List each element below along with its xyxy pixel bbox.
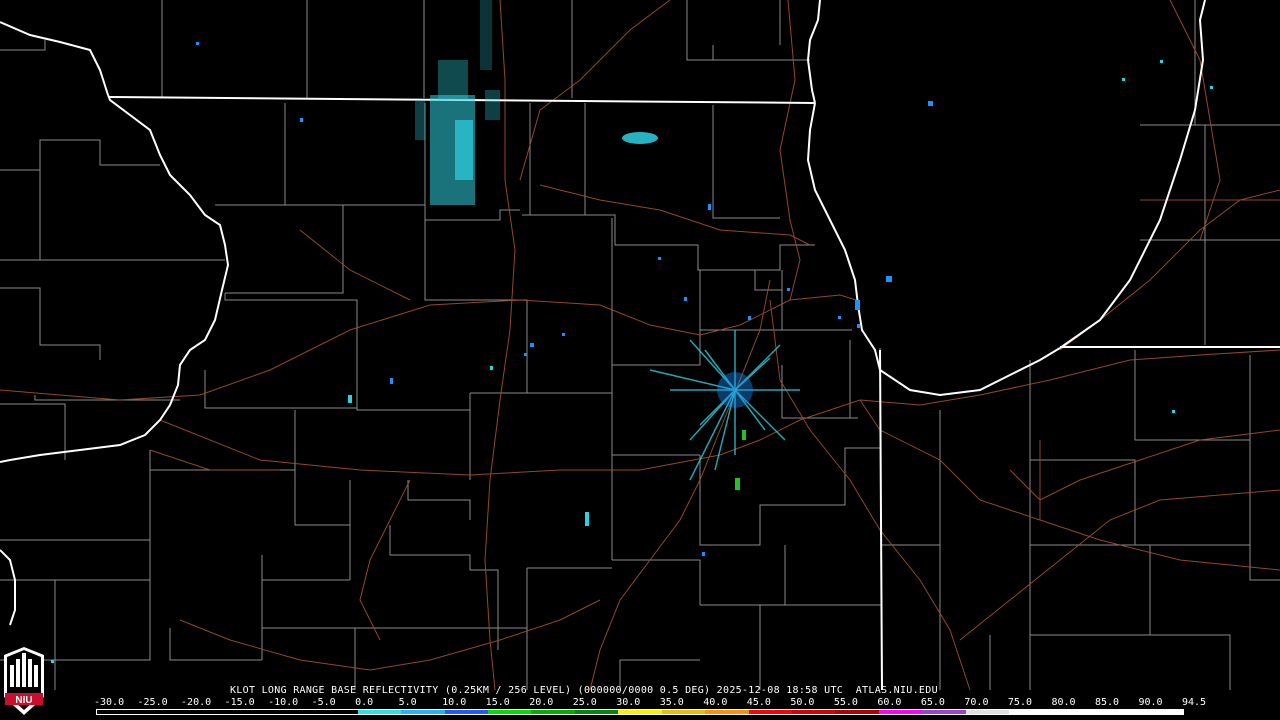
- scale-swatch: [835, 710, 879, 714]
- scale-label: 80.0: [1051, 697, 1076, 708]
- scale-swatch: [487, 710, 532, 714]
- scale-label: 50.0: [790, 697, 815, 708]
- scale-swatch: [1139, 710, 1183, 714]
- scale-swatch: [748, 710, 792, 714]
- scale-label: 60.0: [877, 697, 902, 708]
- scale-label: 0.0: [355, 697, 374, 708]
- scale-swatch: [357, 710, 402, 714]
- scale-swatch: [531, 710, 575, 714]
- scale-label: 15.0: [485, 697, 510, 708]
- scale-label: 75.0: [1007, 697, 1032, 708]
- scale-swatch: [705, 710, 749, 714]
- scale-label: -10.0: [268, 697, 299, 708]
- echo-blob-north: [622, 132, 658, 144]
- scale-label: 40.0: [703, 697, 728, 708]
- scale-swatch: [227, 710, 271, 714]
- niu-logo: NIU: [4, 647, 44, 715]
- color-scale-labels: -30.0 -25.0 -20.0 -15.0 -10.0 -5.0 0.0 5.0 10.0 1…: [94, 697, 1206, 709]
- scale-label: 90.0: [1138, 697, 1163, 708]
- scale-swatch: [1052, 710, 1097, 714]
- color-scale-bar: [96, 709, 1184, 715]
- scale-swatch: [97, 710, 141, 714]
- scale-swatch: [444, 710, 488, 714]
- scale-swatch: [878, 710, 923, 714]
- logo-text: NIU: [15, 695, 32, 706]
- scale-label: 55.0: [833, 697, 858, 708]
- scale-label: -15.0: [224, 697, 255, 708]
- scale-label: 10.0: [442, 697, 467, 708]
- scale-label: -30.0: [94, 697, 125, 708]
- scale-swatch: [965, 710, 1010, 714]
- scale-label: 94.5: [1182, 697, 1207, 708]
- scale-label: 30.0: [616, 697, 641, 708]
- scale-label: -20.0: [181, 697, 212, 708]
- scale-label: 5.0: [398, 697, 417, 708]
- scale-swatch: [792, 710, 836, 714]
- scale-label: 35.0: [659, 697, 684, 708]
- scale-swatch: [1096, 710, 1140, 714]
- scale-swatch: [401, 710, 445, 714]
- scale-label: -5.0: [311, 697, 336, 708]
- radar-map: [0, 0, 1280, 720]
- scale-label: 20.0: [529, 697, 554, 708]
- product-caption: KLOT LONG RANGE BASE REFLECTIVITY (0.25K…: [230, 685, 938, 696]
- scale-swatch: [661, 710, 706, 714]
- scale-label: 65.0: [920, 697, 945, 708]
- scale-label: 70.0: [964, 697, 989, 708]
- scale-label: -25.0: [137, 697, 168, 708]
- scale-label: 45.0: [746, 697, 771, 708]
- scale-swatch: [140, 710, 184, 714]
- scale-swatch: [1009, 710, 1053, 714]
- scale-swatch: [314, 710, 358, 714]
- scale-swatch: [270, 710, 315, 714]
- scale-swatch: [922, 710, 966, 714]
- scale-swatch: [574, 710, 619, 714]
- scale-label: 25.0: [572, 697, 597, 708]
- scale-swatch: [183, 710, 228, 714]
- scale-swatch: [618, 710, 662, 714]
- scale-label: 85.0: [1094, 697, 1120, 708]
